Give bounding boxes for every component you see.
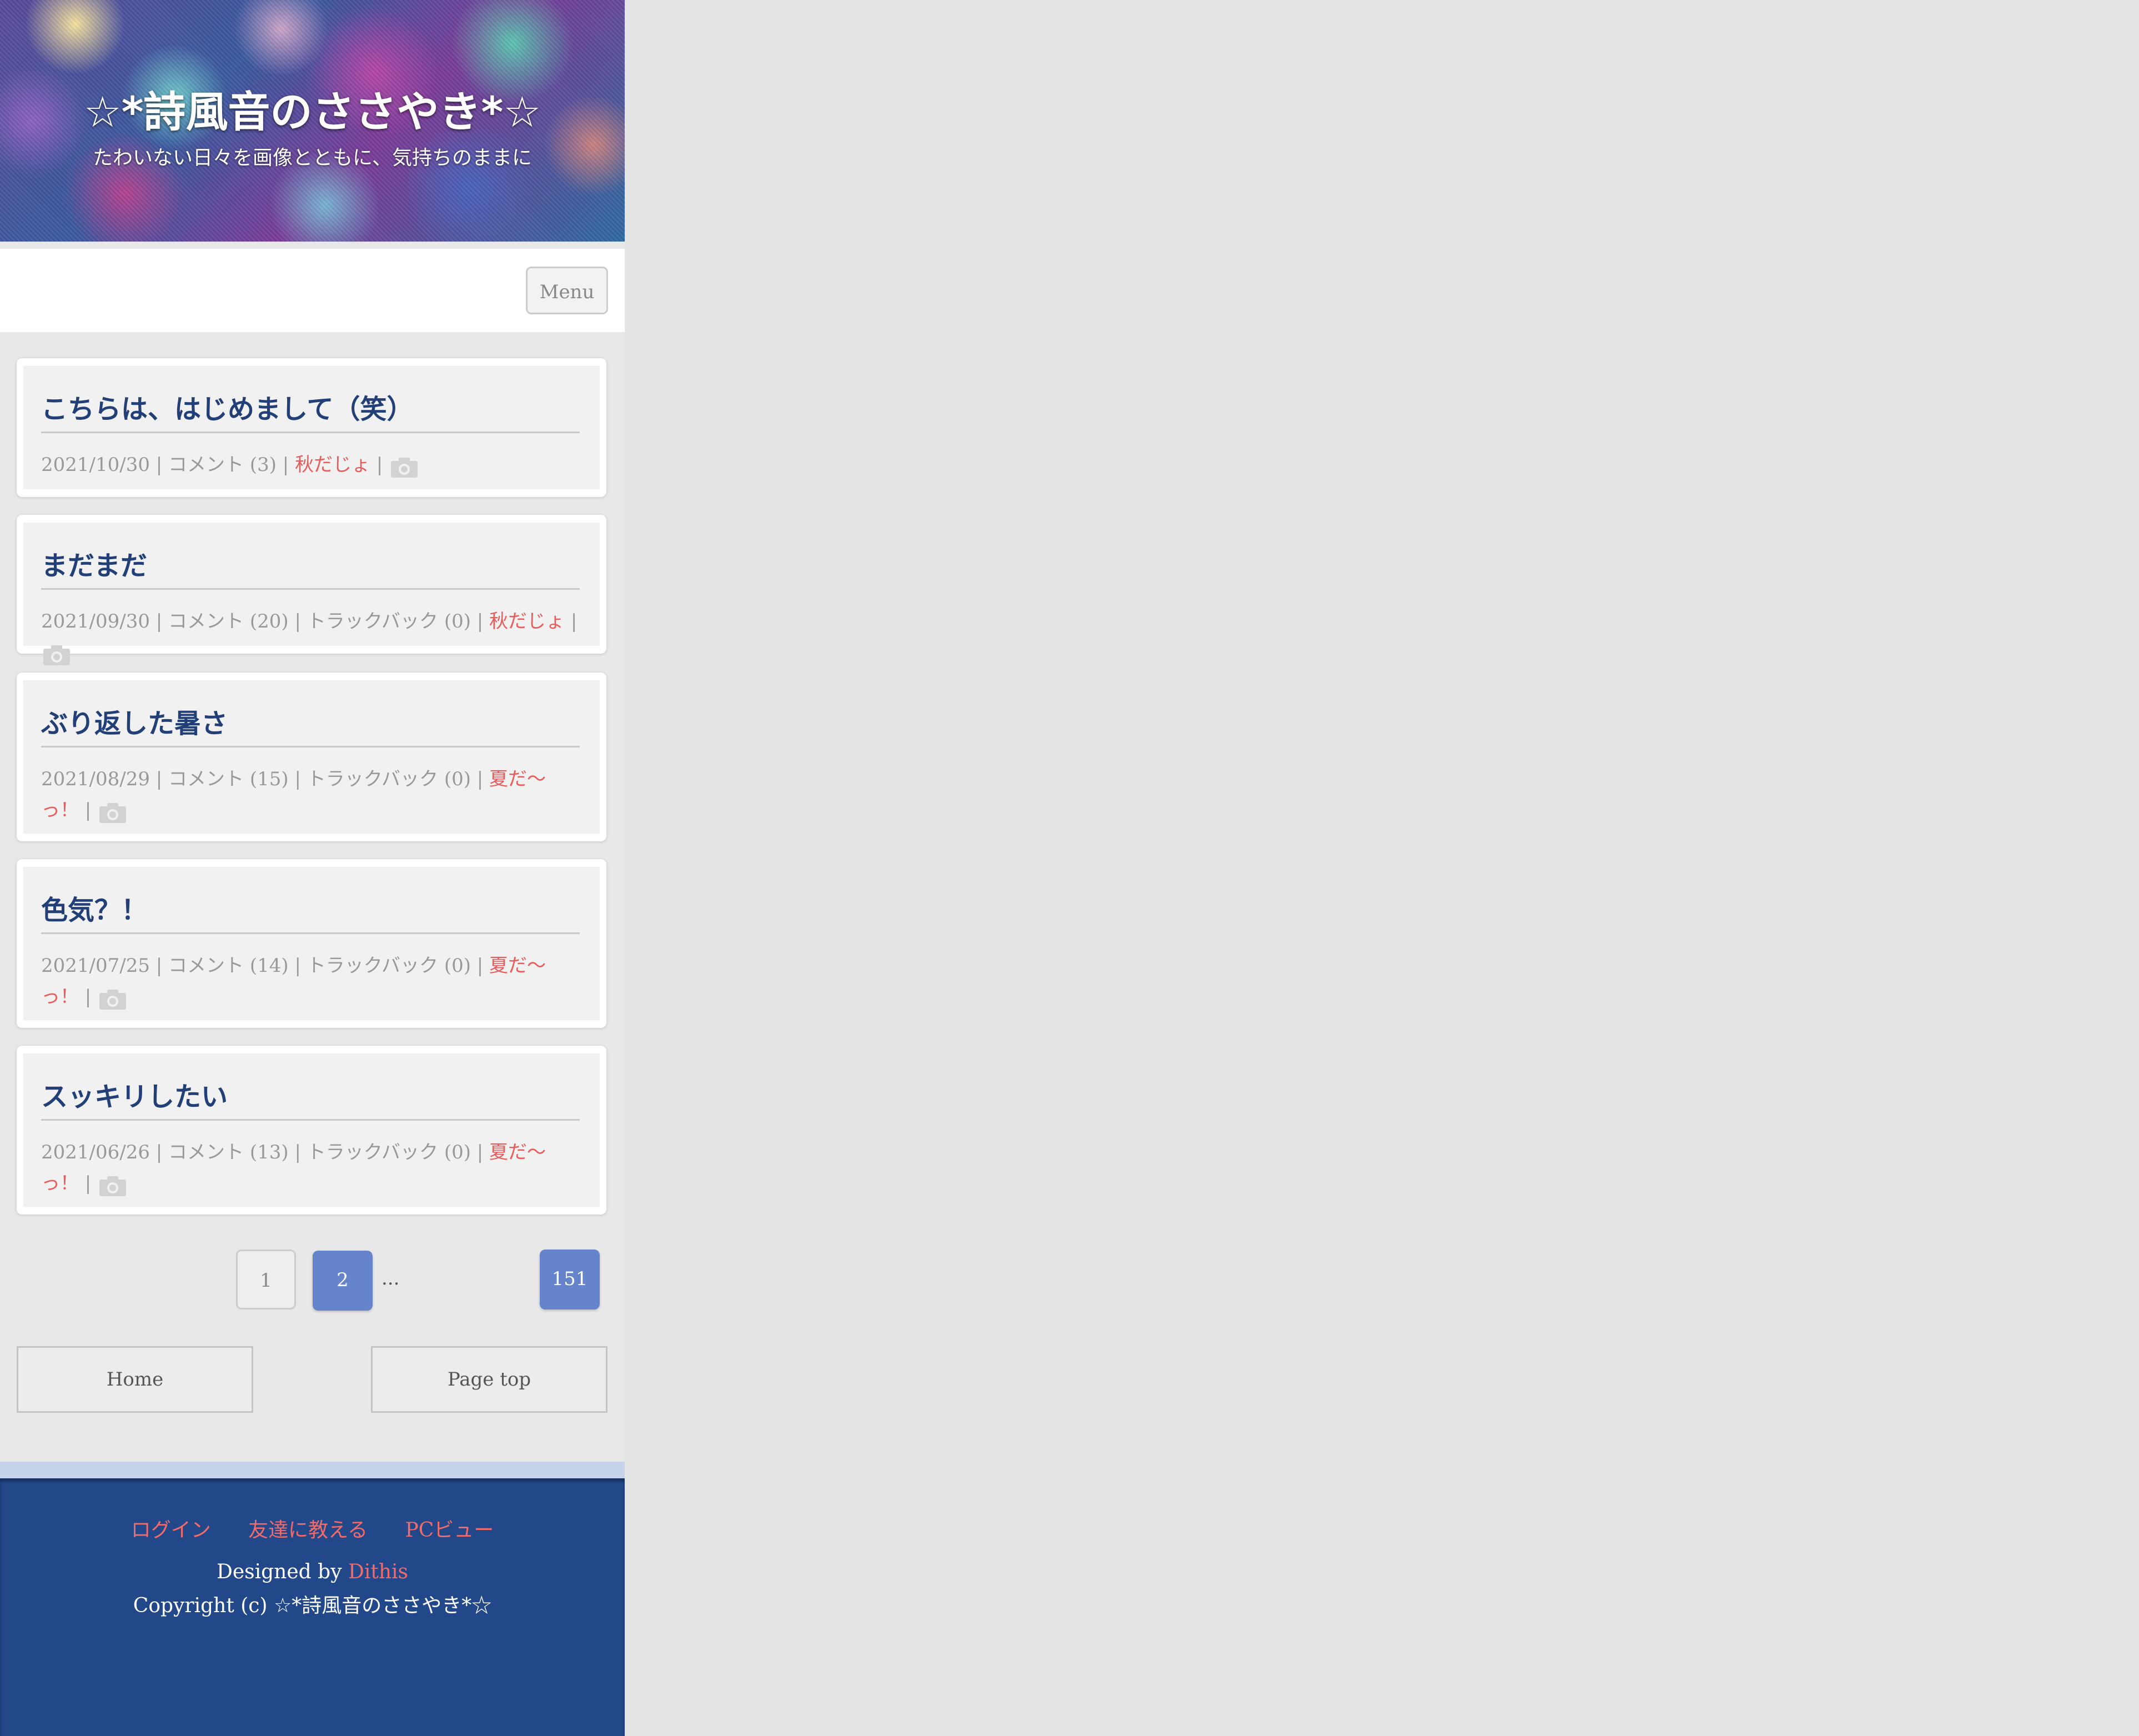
- post-card-body: スッキリしたい 2021/06/26 | コメント (13) | トラックバック…: [23, 1053, 600, 1207]
- post-card: ぶり返した暑さ 2021/08/29 | コメント (15) | トラックバック…: [17, 673, 606, 841]
- login-link[interactable]: ログイン: [131, 1519, 211, 1542]
- home-button[interactable]: Home: [17, 1346, 253, 1413]
- divider: [41, 746, 580, 747]
- post-card-body: こちらは、はじめまして（笑） 2021/10/30 | コメント (3) | 秋…: [23, 366, 600, 489]
- post-meta-text: 2021/08/29 | コメント (15) | トラックバック (0) |: [41, 768, 490, 790]
- post-card-body: まだまだ 2021/09/30 | コメント (20) | トラックバック (0…: [23, 523, 600, 665]
- footer-links: ログイン 友達に教える PCビュー: [0, 1514, 625, 1543]
- footer-accent-strip: [0, 1462, 625, 1478]
- meta-separator: |: [79, 799, 92, 821]
- camera-icon: [99, 1175, 127, 1196]
- post-card-body: 色気？！ 2021/07/25 | コメント (14) | トラックバック (0…: [23, 867, 600, 1020]
- post-meta: 2021/06/26 | コメント (13) | トラックバック (0) | 夏…: [41, 1137, 583, 1199]
- post-meta: 2021/07/25 | コメント (14) | トラックバック (0) | 夏…: [41, 950, 583, 1012]
- post-category-link[interactable]: 秋だじょ: [295, 454, 370, 476]
- post-title[interactable]: こちらは、はじめまして（笑）: [41, 387, 580, 426]
- camera-icon: [391, 456, 418, 478]
- post-title[interactable]: まだまだ: [41, 544, 580, 583]
- meta-separator: |: [79, 986, 92, 1008]
- post-meta: 2021/10/30 | コメント (3) | 秋だじょ |: [41, 449, 583, 480]
- post-card: スッキリしたい 2021/06/26 | コメント (13) | トラックバック…: [17, 1046, 606, 1215]
- post-card: こちらは、はじめまして（笑） 2021/10/30 | コメント (3) | 秋…: [17, 358, 606, 497]
- page: ☆*詩風音のささやき*☆ たわいない日々を画像とともに、気持ちのままに Menu…: [0, 0, 625, 1736]
- post-card: まだまだ 2021/09/30 | コメント (20) | トラックバック (0…: [17, 515, 606, 665]
- site-subtitle: たわいない日々を画像とともに、気持ちのままに: [93, 147, 532, 169]
- divider: [41, 932, 580, 934]
- designer-credit: Designed by Dithis: [0, 1561, 625, 1583]
- camera-icon: [99, 988, 127, 1010]
- pager-page-current[interactable]: 2: [313, 1251, 373, 1311]
- post-meta-text: 2021/10/30 | コメント (3) |: [41, 454, 295, 476]
- pc-view-link[interactable]: PCビュー: [405, 1519, 494, 1542]
- camera-icon: [43, 644, 70, 665]
- post-title[interactable]: スッキリしたい: [41, 1075, 580, 1113]
- post-title[interactable]: ぶり返した暑さ: [41, 701, 580, 740]
- camera-icon: [99, 801, 127, 823]
- post-meta-text: 2021/07/25 | コメント (14) | トラックバック (0) |: [41, 955, 490, 977]
- pager-ellipsis: ...: [381, 1267, 400, 1290]
- tell-friend-link[interactable]: 友達に教える: [248, 1519, 368, 1542]
- copyright: Copyright (c) ☆*詩風音のささやき*☆: [133, 1594, 492, 1617]
- post-meta-text: 2021/09/30 | コメント (20) | トラックバック (0) |: [41, 610, 490, 633]
- page-top-button[interactable]: Page top: [371, 1346, 607, 1413]
- meta-separator: |: [370, 454, 383, 476]
- pager-page-last[interactable]: 151: [540, 1250, 600, 1309]
- site-header: ☆*詩風音のささやき*☆ たわいない日々を画像とともに、気持ちのままに: [0, 0, 625, 242]
- post-card: 色気？！ 2021/07/25 | コメント (14) | トラックバック (0…: [17, 859, 606, 1028]
- menu-button[interactable]: Menu: [526, 267, 608, 314]
- divider: [41, 1119, 580, 1121]
- meta-separator: |: [565, 610, 578, 633]
- divider: [41, 432, 580, 433]
- site-title[interactable]: ☆*詩風音のささやき*☆: [0, 78, 625, 139]
- pager-page-1[interactable]: 1: [236, 1250, 296, 1309]
- designer-link[interactable]: Dithis: [348, 1561, 408, 1583]
- post-title[interactable]: 色気？！: [41, 888, 580, 927]
- nav-bar: Menu: [0, 249, 625, 332]
- meta-separator: |: [79, 1172, 92, 1195]
- designed-by-text: Designed by: [216, 1561, 348, 1583]
- post-meta: 2021/08/29 | コメント (15) | トラックバック (0) | 夏…: [41, 764, 583, 826]
- divider: [41, 588, 580, 590]
- post-category-link[interactable]: 秋だじょ: [489, 610, 565, 633]
- post-meta-text: 2021/06/26 | コメント (13) | トラックバック (0) |: [41, 1141, 490, 1163]
- site-footer: ログイン 友達に教える PCビュー Designed by Dithis Cop…: [0, 1478, 625, 1736]
- post-meta: 2021/09/30 | コメント (20) | トラックバック (0) | 秋…: [41, 606, 583, 668]
- post-card-body: ぶり返した暑さ 2021/08/29 | コメント (15) | トラックバック…: [23, 680, 600, 834]
